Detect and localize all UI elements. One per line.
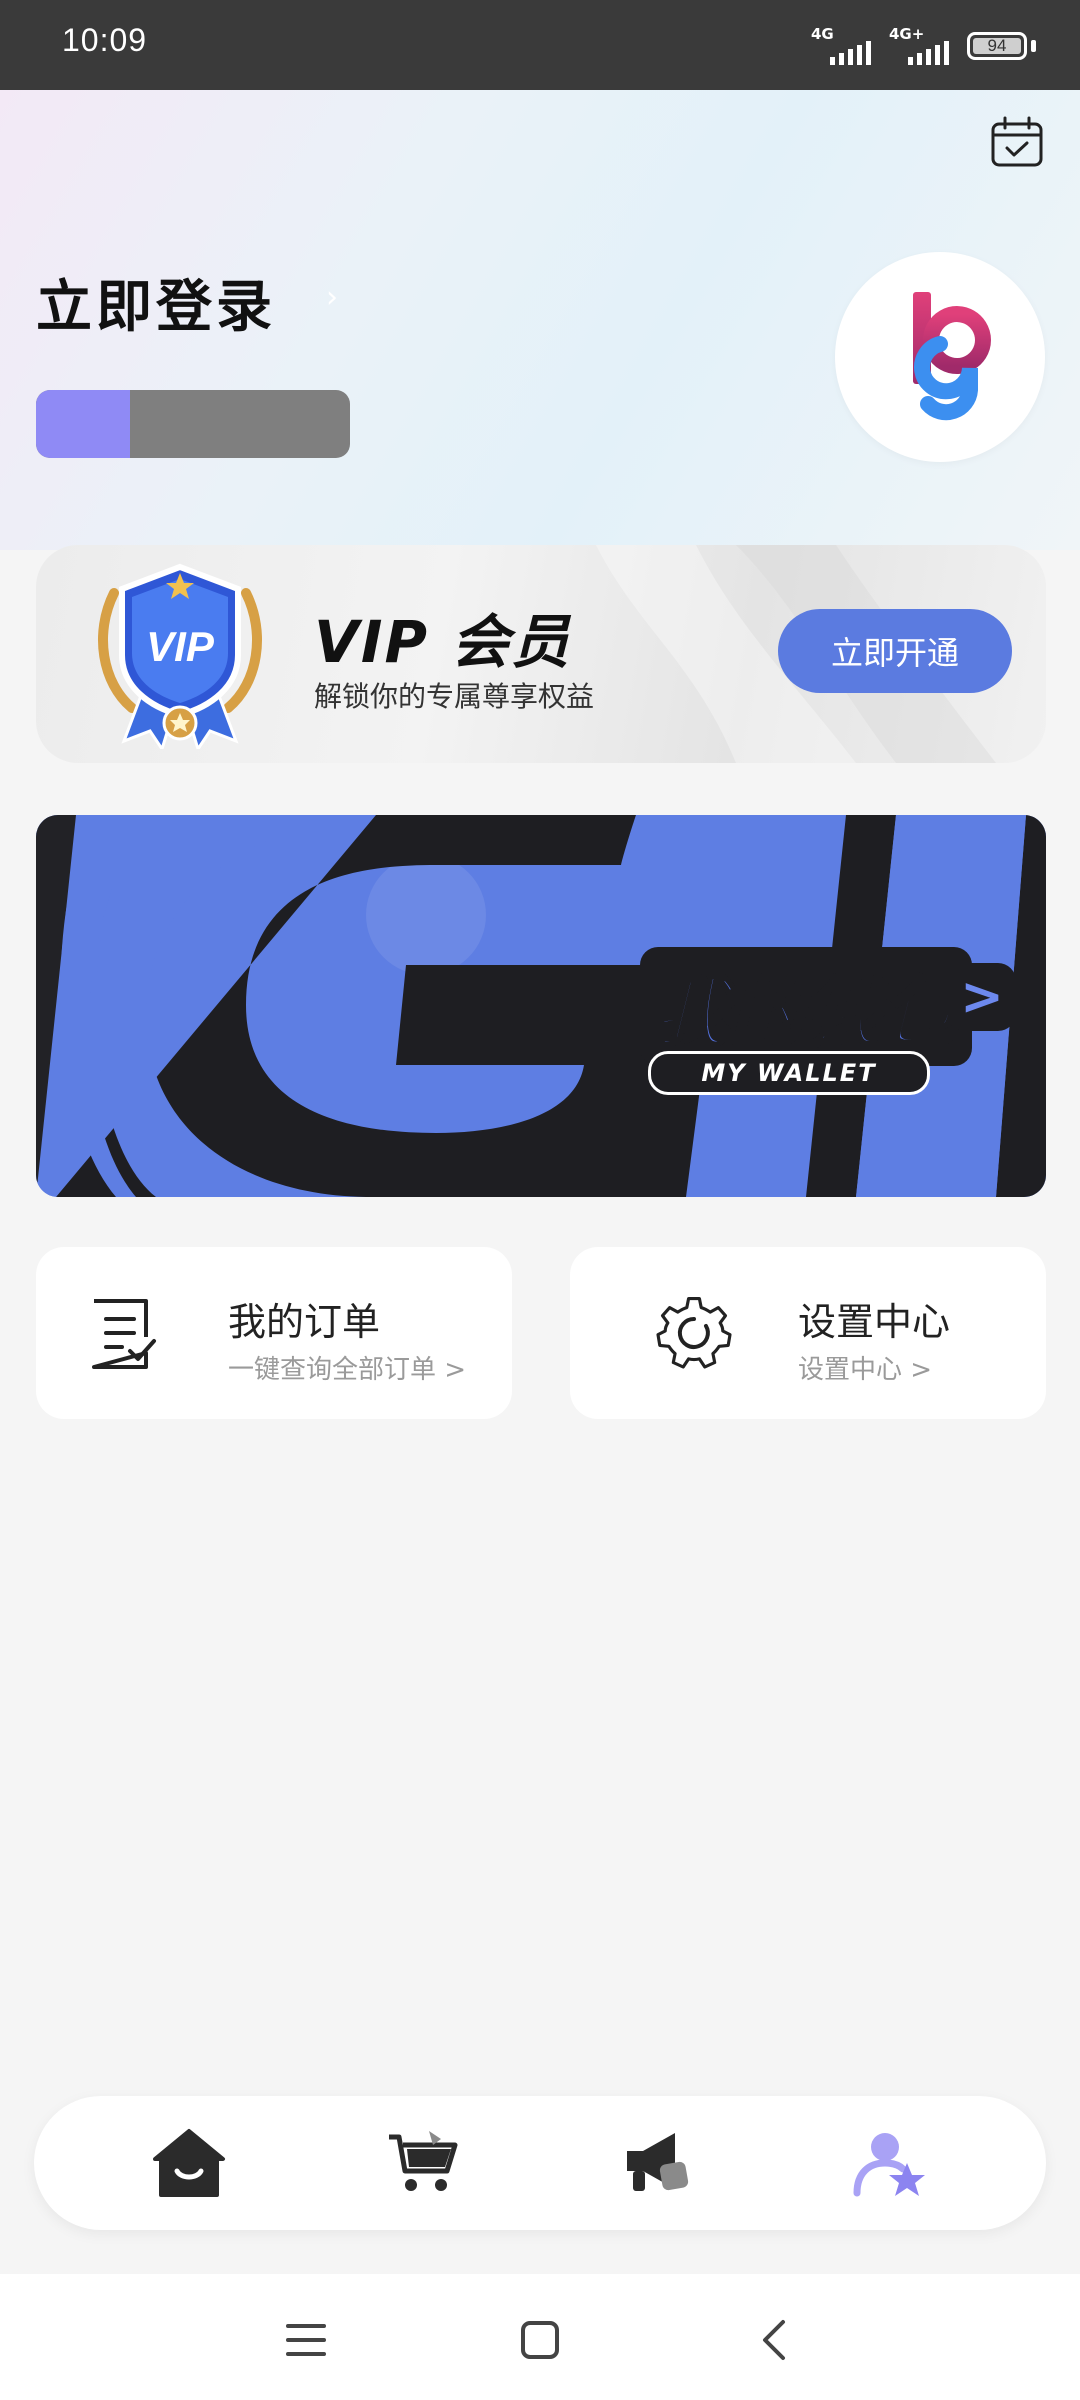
vip-title: VIP 会员 [314,608,572,676]
settings-center-subtitle: 设置中心 > [798,1355,933,1385]
bottom-tab-bar [34,2096,1046,2230]
chevron-right-icon: › [326,280,338,315]
settings-center-title: 设置中心 [798,1300,951,1344]
signal-4g-icon: 4G [811,25,871,67]
bg-logo-icon [913,292,991,421]
battery-icon: 94 [967,32,1027,60]
calendar-check-icon[interactable] [990,116,1044,168]
home-button[interactable] [510,2312,570,2368]
tab-profile[interactable] [846,2118,936,2208]
tab-home[interactable] [144,2118,234,2208]
vip-subtitle: 解锁你的专属尊享权益 [314,680,595,713]
system-nav-bar [0,2274,1080,2400]
back-chevron-icon [763,2320,785,2360]
megaphone-icon [627,2133,689,2191]
recent-apps-button[interactable] [276,2312,336,2368]
status-time: 10:09 [62,22,148,58]
my-orders-subtitle: 一键查询全部订单 > [228,1355,467,1385]
my-orders-title: 我的订单 [228,1300,381,1344]
level-progress-fill [36,390,131,458]
my-orders-card[interactable]: 我的订单 一键查询全部订单 > [36,1247,512,1419]
vip-open-button[interactable]: 立即开通 [778,609,1012,693]
wallet-title: 我的钱包 [640,947,972,1066]
settings-center-card[interactable]: 设置中心 设置中心 > [570,1247,1046,1419]
level-progress-bar [36,390,350,458]
wallet-banner[interactable]: 我的钱包 > MY WALLET [36,815,1046,1197]
tab-cart[interactable] [378,2118,468,2208]
vip-badge-text: VIP [146,623,215,670]
vip-card[interactable]: VIP VIP 会员 解锁你的专属尊享权益 立即开通 [36,545,1046,763]
status-indicators: 4G 4G+ 94 [811,24,1036,68]
avatar[interactable] [835,252,1045,462]
vip-badge-icon: VIP [92,563,268,753]
order-list-icon [84,1293,164,1373]
login-link[interactable]: 立即登录 [36,262,276,343]
status-bar: 10:09 4G 4G+ 94 [0,0,1080,90]
back-button[interactable] [744,2312,804,2368]
gear-icon [654,1293,734,1373]
signal-4g-plus-icon: 4G+ [889,25,949,67]
battery-cap [1031,40,1036,52]
cart-icon [389,2131,458,2191]
tab-announcements[interactable] [612,2118,702,2208]
user-star-icon [853,2133,925,2197]
menu-icon [286,2324,326,2356]
wallet-arrow-icon: > [948,963,1016,1031]
battery-level: 94 [987,36,1007,55]
square-icon [521,2321,559,2359]
home-icon [153,2129,225,2197]
wallet-subtitle: MY WALLET [648,1051,930,1095]
